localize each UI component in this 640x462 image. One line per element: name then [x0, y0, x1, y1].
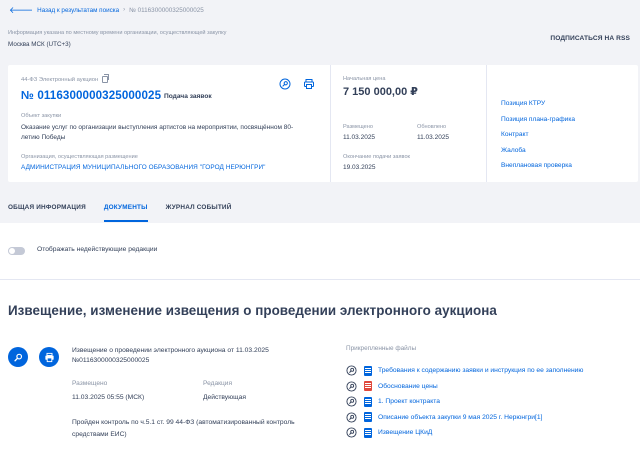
attachment-link[interactable]: Требования к содержанию заявки и инструк…	[378, 367, 583, 374]
price-value: 7 150 000,00 ₽	[343, 86, 418, 98]
attachment-item: Обоснование цены	[346, 379, 583, 395]
breadcrumb: 🡐 Назад к результатам поиска › № 0116300…	[9, 4, 204, 16]
word-file-icon	[364, 412, 372, 423]
preview-search-icon[interactable]	[346, 412, 357, 423]
object-text: Оказание услуг по организации выступлени…	[21, 124, 294, 141]
link-plan-schedule[interactable]: Позиция плана-графика	[501, 112, 575, 128]
search-icon[interactable]	[278, 77, 291, 90]
tab-general-info[interactable]: ОБЩАЯ ИНФОРМАЦИЯ	[8, 202, 86, 222]
preview-search-icon[interactable]	[346, 365, 357, 376]
tab-documents[interactable]: ДОКУМЕНТЫ	[103, 202, 148, 222]
tab-event-log[interactable]: ЖУРНАЛ СОБЫТИЙ	[166, 202, 232, 222]
attachment-item: Требования к содержанию заявки и инструк…	[346, 363, 583, 379]
card-price: Начальная цена 7 150 000,00 ₽ Размещено …	[331, 65, 487, 182]
subscribe-rss-link[interactable]: ПОДПИСАТЬСЯ НА RSS	[550, 35, 630, 42]
back-to-results-link[interactable]: Назад к результатам поиска	[37, 7, 119, 14]
preview-search-icon[interactable]	[346, 381, 357, 392]
preview-search-icon[interactable]	[346, 396, 357, 407]
section-title: Извещение, изменение извещения о проведе…	[8, 303, 497, 318]
timezone-value: Москва МСК (UTC+3)	[8, 41, 71, 48]
print-icon[interactable]	[302, 77, 315, 90]
print-notice-icon[interactable]	[39, 347, 59, 367]
word-file-icon	[364, 365, 372, 376]
attachments-list: Требования к содержанию заявки и инструк…	[346, 363, 583, 441]
inactive-editions-toggle[interactable]	[8, 247, 25, 255]
link-complaint[interactable]: Жалоба	[501, 143, 575, 159]
link-inspection[interactable]: Внеплановая проверка	[501, 158, 575, 174]
deadline-date: 19.03.2025	[343, 164, 376, 171]
law-type: 44-ФЗ Электронный аукцион	[21, 74, 110, 83]
copy-icon[interactable]	[102, 74, 110, 83]
procurement-number[interactable]: № 0116300000325000025	[21, 89, 161, 102]
placed-label: Размещено	[343, 124, 373, 130]
toggle-row: Отображать недействующие редакции	[0, 223, 640, 279]
toggle-label: Отображать недействующие редакции	[37, 246, 158, 253]
deadline-label: Окончание подачи заявок	[343, 154, 410, 160]
divider	[0, 279, 640, 280]
tab-bar: ОБЩАЯ ИНФОРМАЦИЯ ДОКУМЕНТЫ ЖУРНАЛ СОБЫТИ…	[8, 202, 232, 222]
toggle-knob	[9, 248, 15, 254]
notice-title[interactable]: Извещение о проведении электронного аукц…	[72, 346, 327, 366]
notice-placed-value: 11.03.2025 05:55 (МСК)	[72, 394, 145, 401]
organization-link[interactable]: АДМИНИСТРАЦИЯ МУНИЦИПАЛЬНОГО ОБРАЗОВАНИЯ…	[21, 164, 266, 171]
arrow-left-icon[interactable]: 🡐	[9, 5, 33, 15]
law-type-label: 44-ФЗ Электронный аукцион	[21, 76, 99, 83]
control-status: Пройден контроль по ч.5.1 ст. 99 44-ФЗ (…	[72, 419, 295, 438]
attachment-link[interactable]: Извещение ЦКиД	[378, 429, 432, 436]
edition-label: Редакция	[203, 380, 233, 387]
object-label: Объект закупки	[21, 113, 62, 119]
word-file-icon	[364, 396, 372, 407]
preview-search-icon[interactable]	[346, 427, 357, 438]
timezone-info: Информация указана по местному времени о…	[8, 30, 227, 36]
edition-value: Действующая	[203, 394, 246, 401]
pdf-file-icon	[364, 381, 372, 392]
procurement-card: 44-ФЗ Электронный аукцион № 011630000032…	[8, 65, 638, 182]
header-area: 🡐 Назад к результатам поиска › № 0116300…	[0, 0, 640, 279]
price-label: Начальная цена	[343, 76, 386, 82]
updated-label: Обновлено	[417, 124, 447, 130]
attachment-item: Извещение ЦКиД	[346, 425, 583, 441]
link-ktru[interactable]: Позиция КТРУ	[501, 96, 575, 112]
word-file-icon	[364, 427, 372, 438]
view-search-icon[interactable]	[8, 347, 28, 367]
chevron-right-icon: ›	[123, 7, 126, 13]
org-label: Организация, осуществляющая размещение	[21, 154, 138, 160]
breadcrumb-current: № 0116300000325000025	[129, 6, 204, 14]
card-links: Позиция КТРУ Позиция плана-графика Контр…	[487, 65, 638, 182]
attachment-link[interactable]: 1. Проект контракта	[378, 398, 440, 405]
attachment-link[interactable]: Обоснование цены	[378, 383, 438, 390]
card-main: 44-ФЗ Электронный аукцион № 011630000032…	[8, 65, 331, 182]
notice-placed-label: Размещено	[72, 380, 108, 387]
stage-badge: Подача заявок	[164, 93, 212, 100]
updated-date: 11.03.2025	[417, 134, 450, 141]
attachment-link[interactable]: Описание объекта закупки 9 мая 2025 г. Н…	[378, 414, 542, 421]
link-contract[interactable]: Контракт	[501, 127, 575, 143]
attachment-item: Описание объекта закупки 9 мая 2025 г. Н…	[346, 410, 583, 426]
attached-files-label: Прикрепленные файлы	[346, 345, 417, 352]
placed-date: 11.03.2025	[343, 134, 376, 141]
attachment-item: 1. Проект контракта	[346, 394, 583, 410]
